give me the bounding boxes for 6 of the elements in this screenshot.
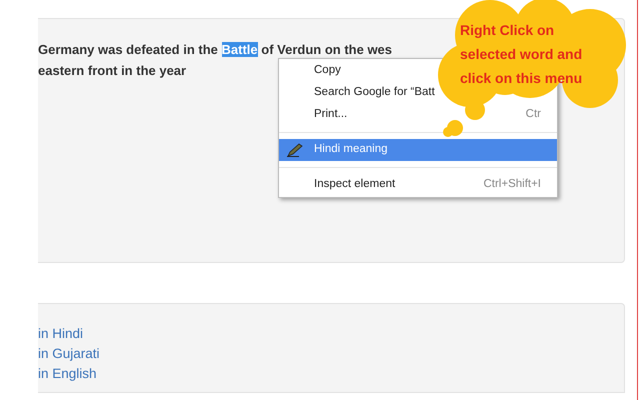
menu-item[interactable]: Print... Ctr: [279, 104, 557, 126]
language-link[interactable]: in Hindi: [38, 324, 84, 344]
language-link[interactable]: in English: [38, 364, 97, 384]
language-link[interactable]: in Gujarati: [38, 344, 100, 364]
menu-item[interactable]: Inspect element Ctrl+Shift+I: [279, 174, 557, 196]
menu-item[interactable]: Hindi meaning: [279, 139, 557, 161]
